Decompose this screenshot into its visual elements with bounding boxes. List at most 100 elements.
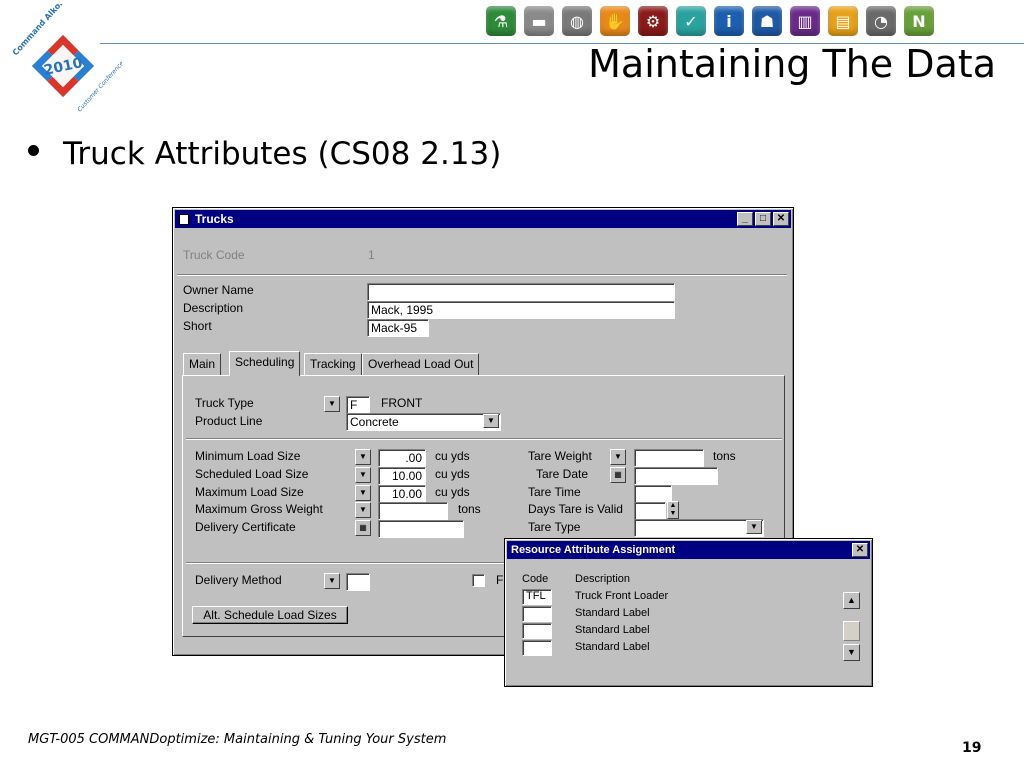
tare-weight-label: Tare Weight (528, 449, 592, 463)
scroll-up-button[interactable]: ▲ (843, 592, 860, 609)
module-icon-bar: ⚗ ▬ ◍ ✋ ⚙ ✓ i ☗ ▥ ▤ ◔ N (486, 6, 942, 36)
tare-weight-field[interactable] (634, 449, 704, 467)
alt-schedule-load-sizes-button[interactable]: Alt. Schedule Load Sizes (192, 606, 348, 624)
product-line-label: Product Line (195, 414, 263, 428)
description-label: Description (183, 301, 244, 315)
tare-date-calendar-icon[interactable]: ▦ (610, 467, 626, 483)
tare-type-label: Tare Type (528, 520, 581, 534)
page-number: 19 (962, 740, 982, 756)
min-load-field[interactable]: .00 (378, 449, 426, 467)
tare-time-label: Tare Time (528, 485, 581, 499)
attribute-code-field[interactable] (522, 623, 552, 639)
attribute-description: Standard Label (575, 641, 650, 653)
max-load-unit: cu yds (435, 485, 470, 499)
info-icon[interactable]: i (714, 6, 744, 36)
tare-type-select[interactable] (634, 519, 764, 537)
delivery-method-field[interactable] (346, 573, 370, 591)
tare-date-field[interactable] (634, 467, 718, 485)
bullet-item: Truck Attributes (CS08 2.13) (28, 136, 501, 172)
max-load-dropdown-button[interactable]: ▼ (355, 485, 371, 501)
tab-scheduling[interactable]: Scheduling (229, 351, 301, 376)
resource-dialog-titlebar[interactable]: Resource Attribute Assignment ✕ (507, 541, 870, 559)
sched-load-label: Scheduled Load Size (195, 467, 309, 481)
max-gross-label: Maximum Gross Weight (195, 502, 323, 516)
bullet-text: Truck Attributes (CS08 2.13) (63, 136, 502, 172)
description-column-header: Description (575, 573, 631, 585)
delivery-cert-calendar-icon[interactable]: ▦ (355, 520, 371, 536)
max-gross-field[interactable] (378, 502, 448, 520)
days-tare-spinner[interactable]: ▲ ▼ (667, 501, 679, 519)
truck-code-label: Truck Code (183, 248, 245, 262)
gears-icon[interactable]: ⚙ (638, 6, 668, 36)
trucks-titlebar[interactable]: Trucks _ □ ✕ (175, 210, 791, 228)
truck-type-label: Truck Type (195, 396, 254, 410)
header-separator (177, 274, 787, 276)
truck-type-dropdown-button[interactable]: ▼ (324, 396, 340, 412)
min-load-unit: cu yds (435, 449, 470, 463)
sched-load-unit: cu yds (435, 467, 470, 481)
attribute-code-field[interactable] (522, 606, 552, 622)
delivery-method-label: Delivery Method (195, 573, 282, 587)
tab-overhead-load-out[interactable]: Overhead Load Out (362, 353, 480, 375)
attribute-description: Standard Label (575, 607, 650, 619)
owner-name-field[interactable] (367, 283, 675, 301)
slide-footer: MGT-005 COMMANDoptimize: Maintaining & T… (28, 732, 447, 747)
max-gross-unit: tons (458, 502, 481, 516)
partial-checkbox[interactable] (472, 574, 485, 587)
tare-type-dropdown-button[interactable]: ▼ (746, 520, 762, 534)
attribute-code-field[interactable]: TFL (522, 589, 552, 605)
product-line-dropdown-button[interactable]: ▼ (483, 414, 499, 428)
resource-dialog-title: Resource Attribute Assignment (511, 544, 676, 556)
conference-logo: 2010 Command Alkon Customer Conference (11, 4, 122, 113)
tab-tracking[interactable]: Tracking (304, 353, 362, 375)
resource-attribute-dialog: Resource Attribute Assignment ✕ Code Des… (504, 538, 873, 687)
description-field[interactable]: Mack, 1995 (367, 301, 675, 319)
short-field[interactable]: Mack-95 (367, 319, 429, 337)
window-app-icon (179, 213, 189, 225)
min-load-dropdown-button[interactable]: ▼ (355, 449, 371, 465)
sched-load-field[interactable]: 10.00 (378, 467, 426, 485)
attribute-description: Standard Label (575, 624, 650, 636)
max-load-field[interactable]: 10.00 (378, 485, 426, 503)
panels-icon[interactable]: ▥ (790, 6, 820, 36)
tare-weight-dropdown-button[interactable]: ▼ (610, 449, 626, 465)
days-tare-label: Days Tare is Valid (528, 502, 623, 516)
max-gross-dropdown-button[interactable]: ▼ (355, 502, 371, 518)
hand-icon[interactable]: ✋ (600, 6, 630, 36)
sched-load-dropdown-button[interactable]: ▼ (355, 467, 371, 483)
tare-date-label: Tare Date (536, 467, 589, 481)
maximize-button[interactable]: □ (755, 212, 771, 226)
slide-title: Maintaining The Data (588, 42, 996, 86)
days-tare-field[interactable] (634, 502, 666, 520)
n-icon[interactable]: N (904, 6, 934, 36)
truck-code-value: 1 (368, 248, 375, 262)
attribute-description: Truck Front Loader (575, 590, 669, 602)
close-button[interactable]: ✕ (773, 212, 789, 226)
bullet-dot-icon (28, 145, 39, 156)
attribute-code-field[interactable] (522, 640, 552, 656)
globe-icon[interactable]: ◍ (562, 6, 592, 36)
flask-icon[interactable]: ⚗ (486, 6, 516, 36)
person-icon[interactable]: ☗ (752, 6, 782, 36)
delivery-cert-field[interactable] (378, 520, 464, 538)
delivery-cert-label: Delivery Certificate (195, 520, 296, 534)
resource-dialog-close-button[interactable]: ✕ (852, 543, 868, 557)
code-column-header: Code (522, 573, 549, 585)
owner-name-label: Owner Name (183, 283, 254, 297)
truck-type-description: FRONT (381, 396, 423, 410)
scrollbar-thumb[interactable] (843, 621, 860, 641)
document-icon[interactable]: ▤ (828, 6, 858, 36)
min-load-label: Minimum Load Size (195, 449, 301, 463)
minimize-button[interactable]: _ (737, 212, 753, 226)
tab-main[interactable]: Main (183, 353, 222, 375)
pavement-icon[interactable]: ▬ (524, 6, 554, 36)
delivery-method-dropdown-button[interactable]: ▼ (324, 573, 340, 589)
product-line-select[interactable]: Concrete (346, 413, 501, 431)
tare-weight-unit: tons (713, 449, 736, 463)
scroll-down-button[interactable]: ▼ (843, 644, 860, 661)
check-icon[interactable]: ✓ (676, 6, 706, 36)
truck-icon[interactable]: ◔ (866, 6, 896, 36)
panel-separator-1 (186, 438, 782, 440)
truck-type-code-field[interactable]: F (346, 396, 370, 414)
partial-checkbox-label: F (496, 573, 504, 587)
